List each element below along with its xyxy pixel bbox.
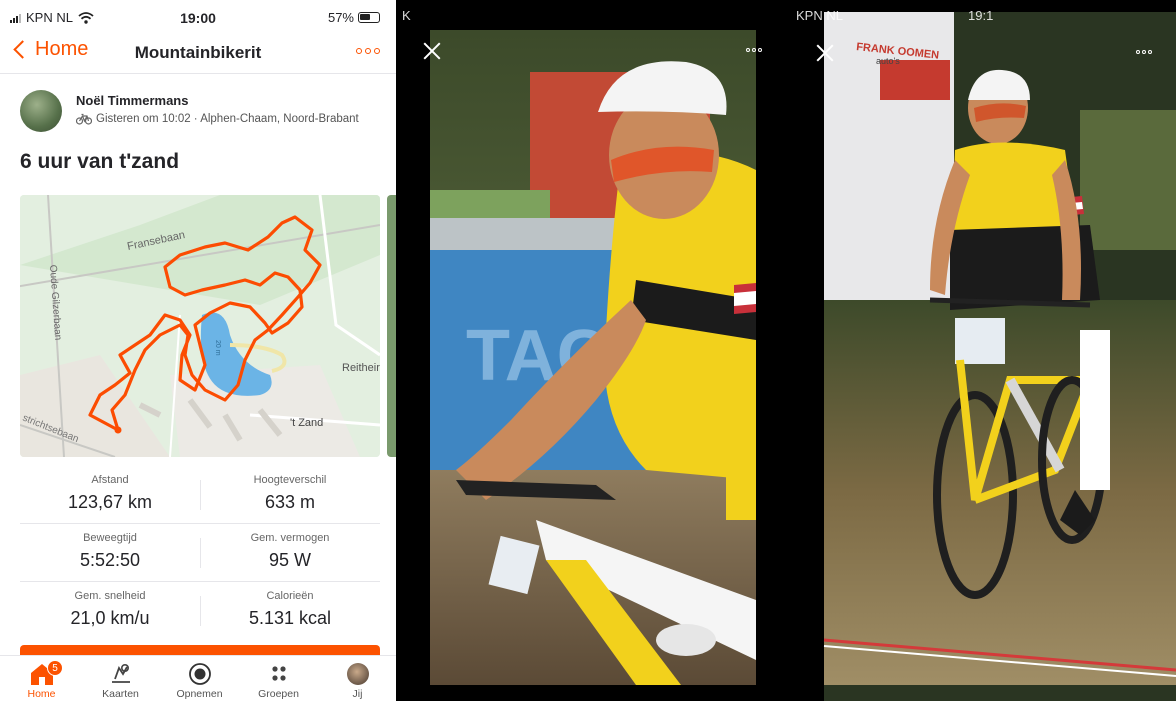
more-dot-icon (374, 48, 380, 54)
stats-row: Gem. snelheid 21,0 km/u Calorieën 5.131 … (20, 582, 380, 640)
more-dot-icon (356, 48, 362, 54)
more-dot-icon (752, 48, 756, 52)
battery-icon (358, 12, 380, 23)
close-icon[interactable] (421, 40, 443, 62)
more-dot-icon (758, 48, 762, 52)
tab-bar: 5 Home Kaarten Opnemen Groepen Jij (0, 655, 396, 701)
status-bar: KPN NL 19:00 57% (0, 0, 396, 34)
map-label-lake: 20 m (214, 340, 221, 356)
more-options-button[interactable] (1136, 50, 1152, 54)
stat-value: 123,67 km (67, 492, 153, 512)
back-label: Home (35, 38, 89, 60)
stat-value: 95 W (268, 550, 311, 570)
stat-value: 5.131 kcal (248, 608, 332, 628)
tab-label: Opnemen (176, 688, 223, 700)
back-button[interactable]: Home (12, 38, 88, 61)
tab-label: Jij (352, 688, 363, 700)
next-media-peek[interactable] (387, 195, 396, 457)
more-dot-icon (365, 48, 371, 54)
photo-viewer-2: FRANK OOMEN auto's KPN NL 19:1 (790, 0, 1176, 701)
stat-label: Hoogteverschil (253, 474, 327, 486)
notification-badge: 5 (47, 660, 63, 676)
stat-avg-speed: Gem. snelheid 21,0 km/u (20, 590, 200, 629)
more-dot-icon (1142, 50, 1146, 54)
activity-title: 6 uur van t'zand (20, 150, 180, 173)
more-dot-icon (746, 48, 750, 52)
stat-label: Gem. vermogen (250, 532, 330, 544)
stat-value: 5:52:50 (79, 550, 141, 570)
tab-label: Kaarten (102, 688, 139, 700)
stat-label: Afstand (91, 474, 129, 486)
stat-label: Calorieën (266, 590, 314, 602)
more-options-button[interactable] (746, 48, 762, 52)
carrier-label: K (402, 8, 411, 23)
close-icon[interactable] (814, 42, 836, 64)
stat-label: Beweegtijd (83, 532, 137, 544)
tab-profile[interactable]: Jij (318, 660, 396, 700)
route-map[interactable]: Fransebaan Oude Gilzerbaan Reitheir 't Z… (20, 195, 380, 457)
stat-distance: Afstand 123,67 km (20, 474, 200, 513)
carrier-label: KPN NL (796, 8, 843, 23)
activity-meta-text: Gisteren om 10:02 · Alphen-Chaam, Noord-… (96, 113, 359, 125)
more-options-button[interactable] (356, 48, 380, 54)
cyclist-closeup-photo: TACX (430, 30, 756, 685)
clock: 19:1 (968, 8, 994, 23)
photo-viewer-1: TACX K (396, 0, 790, 701)
battery-percent: 57% (327, 10, 354, 25)
stat-value: 633 m (264, 492, 316, 512)
nav-bar: Home Mountainbikerit (0, 34, 396, 74)
banner-subtext: auto's (876, 56, 900, 66)
stat-avg-power: Gem. vermogen 95 W (200, 532, 380, 571)
map-label-reitheir: Reitheir (342, 362, 380, 374)
activity-meta: Gisteren om 10:02 · Alphen-Chaam, Noord-… (76, 113, 359, 125)
tab-label: Home (27, 688, 56, 700)
tab-maps[interactable]: Kaarten (81, 660, 160, 700)
activity-screen: KPN NL 19:00 57% Home Mountainbikerit No… (0, 0, 396, 701)
athlete-name[interactable]: Noël Timmermans (76, 93, 188, 108)
more-dot-icon (1148, 50, 1152, 54)
stat-value: 21,0 km/u (70, 608, 150, 628)
map-icon (111, 663, 130, 683)
map-label-tzand: 't Zand (290, 417, 323, 429)
profile-avatar (346, 663, 369, 685)
stat-elevation: Hoogteverschil 633 m (200, 474, 380, 513)
stat-calories: Calorieën 5.131 kcal (200, 590, 380, 629)
stat-label: Gem. snelheid (74, 590, 146, 602)
tab-groups[interactable]: Groepen (239, 660, 318, 700)
cyclist-full-photo: FRANK OOMEN auto's (823, 12, 1176, 701)
route-map-drawing: Fransebaan Oude Gilzerbaan Reitheir 't Z… (20, 195, 380, 457)
stats-row: Afstand 123,67 km Hoogteverschil 633 m (20, 466, 380, 524)
athlete-header[interactable]: Noël Timmermans Gisteren om 10:02 · Alph… (20, 90, 380, 134)
tab-home[interactable]: 5 Home (2, 660, 81, 700)
athlete-avatar[interactable] (20, 90, 62, 132)
stat-moving-time: Beweegtijd 5:52:50 (20, 532, 200, 571)
more-dot-icon (1136, 50, 1140, 54)
tab-label: Groepen (258, 688, 299, 700)
bike-icon (76, 113, 92, 125)
stats-grid: Afstand 123,67 km Hoogteverschil 633 m B… (20, 466, 380, 640)
stats-row: Beweegtijd 5:52:50 Gem. vermogen 95 W (20, 524, 380, 582)
chevron-left-icon (13, 40, 32, 59)
groups-icon (271, 666, 286, 681)
tab-record[interactable]: Opnemen (160, 660, 239, 700)
battery-info: 57% (328, 10, 380, 25)
record-icon (188, 663, 211, 685)
